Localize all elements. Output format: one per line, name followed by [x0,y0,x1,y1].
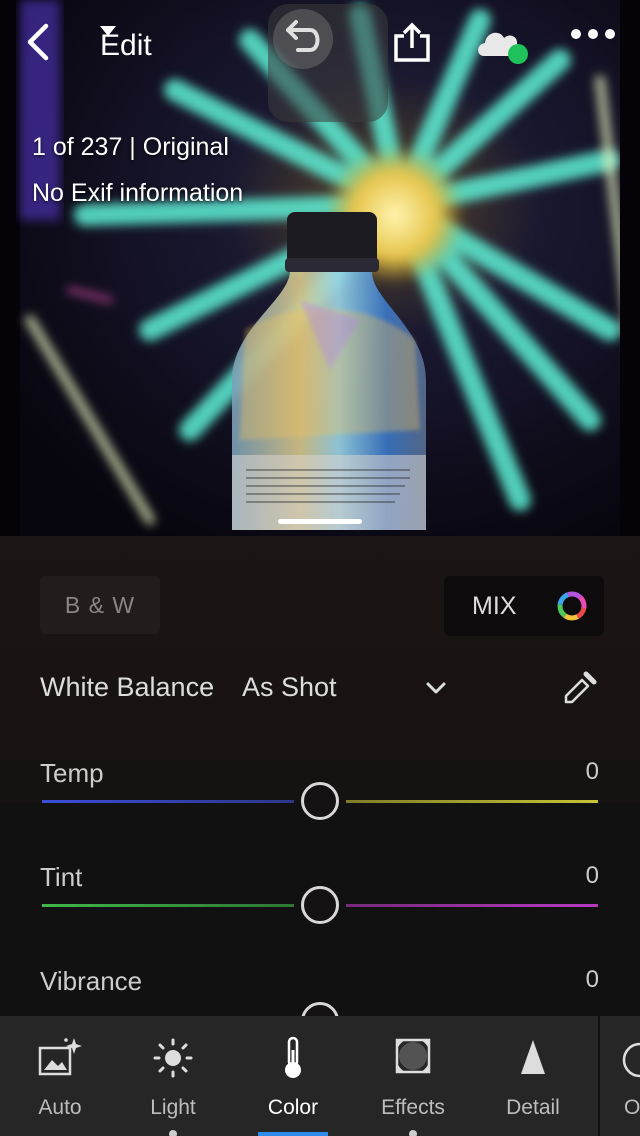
tint-label: Tint [40,862,83,892]
caret-down-icon [100,26,116,36]
tint-thumb[interactable] [301,886,339,924]
temp-label: Temp [40,758,104,788]
optics-icon [622,1042,640,1078]
tint-value[interactable]: 0 [586,862,599,890]
top-bar: Edit [0,0,640,122]
cloud-sync-icon[interactable] [476,24,532,68]
tool-detail-label: Detail [506,1096,560,1119]
white-balance-label: White Balance [40,672,215,702]
active-tab-indicator [258,1132,328,1136]
temp-slider-row: Temp 0 [0,758,640,858]
eyedropper-icon[interactable] [560,668,600,708]
home-indicator [278,519,362,524]
temp-thumb[interactable] [301,782,339,820]
tool-optics-label: O [624,1096,640,1119]
tint-slider-row: Tint 0 [0,862,640,962]
edit-toolbar: Auto Light Color Effects Detail O [0,1016,640,1136]
color-wheel-icon [557,591,587,621]
photo-canvas[interactable]: Edit 1 of 237 | Original No Exif informa… [0,0,640,540]
auto-icon [38,1038,82,1076]
color-icon [285,1036,301,1078]
color-panel: B & W MIX White Balance As Shot Temp 0 T… [0,536,640,1016]
back-icon[interactable] [22,22,66,66]
more-icon[interactable] [570,28,620,62]
white-balance-select[interactable]: As Shot [242,672,337,703]
vibrance-slider-row: Vibrance 0 [0,966,640,1016]
bw-button[interactable]: B & W [40,576,160,634]
tool-detail[interactable]: Detail [473,1016,593,1136]
tool-effects-label: Effects [381,1096,445,1119]
detail-icon [521,1040,545,1074]
photo-info: 1 of 237 | Original No Exif information [32,124,243,216]
light-icon [153,1038,193,1078]
mix-label: MIX [472,591,517,620]
undo-button[interactable] [268,4,388,122]
effects-icon [395,1038,431,1074]
share-icon[interactable] [392,22,438,68]
tool-light-label: Light [150,1096,196,1119]
photo-counter: 1 of 237 | Original [32,133,229,161]
tool-effects-indicator [409,1130,417,1136]
edit-menu[interactable]: Edit [100,26,152,66]
chevron-down-icon[interactable] [424,676,448,700]
vibrance-label: Vibrance [40,966,143,996]
temp-value[interactable]: 0 [586,758,599,786]
exif-info: No Exif information [32,179,244,207]
tool-auto[interactable]: Auto [0,1016,120,1136]
tool-effects[interactable]: Effects [353,1016,473,1136]
mix-button[interactable]: MIX [444,576,604,636]
vibrance-thumb[interactable] [301,1002,339,1016]
undo-icon [273,9,333,69]
tool-auto-label: Auto [38,1096,82,1119]
tool-optics[interactable]: O [600,1016,640,1136]
tool-color-label: Color [267,1096,319,1119]
tool-color[interactable]: Color [233,1016,353,1136]
tool-light-indicator [169,1130,177,1136]
vibrance-value[interactable]: 0 [586,966,599,994]
tool-light[interactable]: Light [113,1016,233,1136]
